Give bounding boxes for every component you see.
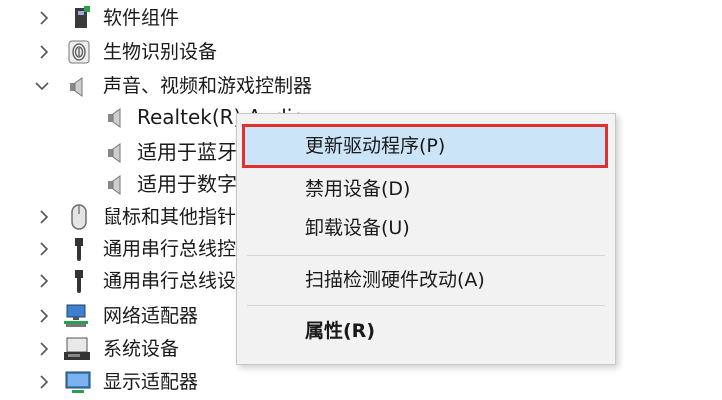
tree-item-usb-devices[interactable]: 通用串行总线设	[0, 265, 240, 297]
chevron-right-icon[interactable]	[36, 241, 52, 257]
speaker-icon	[102, 140, 128, 166]
speaker-icon	[102, 105, 128, 131]
tree-item-label: 鼠标和其他指针	[103, 206, 237, 228]
chevron-right-icon[interactable]	[36, 44, 52, 60]
mouse-icon	[66, 203, 92, 230]
usb-icon	[66, 268, 92, 294]
menu-separator	[247, 305, 605, 306]
system-device-icon	[64, 336, 90, 362]
tree-item-label: 生物识别设备	[103, 41, 218, 63]
tree-item-network-adapters[interactable]: 网络适配器	[0, 300, 240, 332]
context-menu: 更新驱动程序(P) 禁用设备(D) 卸载设备(U) 扫描检测硬件改动(A) 属性…	[236, 113, 616, 365]
menu-item-uninstall-device[interactable]: 卸载设备(U)	[237, 208, 615, 248]
menu-item-label: 更新驱动程序(P)	[305, 135, 446, 157]
network-adapter-icon	[64, 303, 90, 329]
tree-item-label: 系统设备	[103, 338, 180, 360]
menu-item-label: 属性(R)	[305, 320, 375, 342]
chevron-right-icon[interactable]	[36, 308, 52, 324]
tree-item-label: 软件组件	[103, 7, 180, 29]
chevron-right-icon[interactable]	[36, 374, 52, 390]
tree-item-label: 通用串行总线设	[103, 270, 237, 292]
tree-item-label: 显示适配器	[103, 371, 199, 393]
tree-item-software-components[interactable]: 软件组件	[0, 2, 240, 34]
menu-item-label: 禁用设备(D)	[305, 178, 411, 200]
software-component-icon	[68, 5, 94, 31]
menu-item-disable-device[interactable]: 禁用设备(D)	[237, 169, 615, 209]
menu-item-properties[interactable]: 属性(R)	[237, 311, 615, 351]
menu-item-scan-hardware-changes[interactable]: 扫描检测硬件改动(A)	[237, 260, 615, 300]
tree-item-display-adapters[interactable]: 显示适配器	[0, 366, 240, 398]
tree-item-usb-controllers[interactable]: 通用串行总线控	[0, 233, 240, 265]
chevron-right-icon[interactable]	[36, 341, 52, 357]
tree-item-system-devices[interactable]: 系统设备	[0, 333, 240, 365]
speaker-icon	[64, 74, 90, 100]
tree-item-label: 适用于数字	[137, 172, 237, 196]
tree-item-mice-pointing-devices[interactable]: 鼠标和其他指针	[0, 201, 240, 233]
tree-item-sound-video-game-controllers[interactable]: 声音、视频和游戏控制器	[0, 70, 360, 102]
chevron-right-icon[interactable]	[36, 10, 52, 26]
tree-item-digital-audio[interactable]: 适用于数字	[0, 168, 240, 200]
speaker-icon	[102, 172, 128, 198]
menu-separator	[247, 255, 605, 256]
chevron-down-icon[interactable]	[34, 78, 50, 94]
chevron-right-icon[interactable]	[36, 209, 52, 225]
menu-item-update-driver[interactable]: 更新驱动程序(P)	[242, 124, 608, 168]
tree-item-label: 适用于蓝牙	[137, 140, 237, 164]
chevron-right-icon[interactable]	[36, 273, 52, 289]
menu-item-label: 卸载设备(U)	[305, 217, 410, 239]
tree-item-label: 通用串行总线控	[103, 238, 237, 260]
tree-item-label: 网络适配器	[103, 305, 199, 327]
fingerprint-icon	[66, 39, 92, 65]
tree-item-biometric-devices[interactable]: 生物识别设备	[0, 36, 240, 68]
tree-item-bluetooth-audio[interactable]: 适用于蓝牙	[0, 136, 240, 168]
usb-icon	[66, 236, 92, 262]
display-adapter-icon	[64, 369, 91, 395]
tree-item-label: 声音、视频和游戏控制器	[103, 75, 313, 97]
menu-item-label: 扫描检测硬件改动(A)	[305, 269, 485, 291]
